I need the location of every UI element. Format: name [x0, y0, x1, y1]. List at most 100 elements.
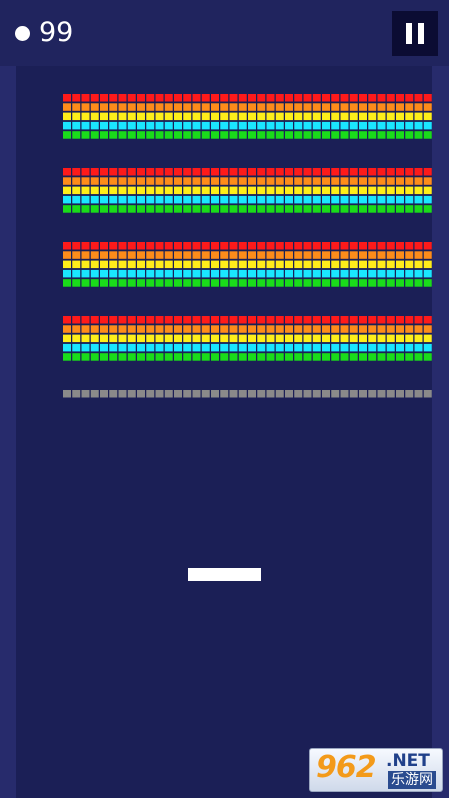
brick	[164, 242, 173, 250]
brick	[340, 325, 349, 333]
brick	[118, 103, 127, 111]
brick	[201, 260, 210, 269]
brick	[100, 121, 108, 130]
brick	[377, 131, 386, 139]
brick	[248, 186, 256, 195]
brick	[211, 195, 219, 204]
brick	[377, 94, 386, 102]
brick	[164, 168, 173, 176]
brick	[359, 168, 367, 176]
brick	[164, 112, 173, 121]
brick	[386, 103, 395, 111]
brick	[238, 168, 247, 176]
brick	[127, 260, 136, 269]
brick	[423, 121, 432, 130]
brick	[100, 334, 108, 343]
brick	[294, 325, 303, 333]
brick	[90, 131, 99, 139]
brick	[183, 251, 192, 259]
brick	[192, 316, 201, 324]
brick	[164, 279, 173, 287]
brick	[414, 131, 423, 139]
brick	[137, 242, 145, 250]
brick	[201, 195, 210, 204]
brick	[146, 131, 155, 139]
brick	[275, 131, 284, 139]
brick	[183, 186, 192, 195]
brick	[322, 353, 330, 361]
brick	[137, 325, 145, 333]
brick	[211, 353, 219, 361]
brick	[220, 343, 229, 352]
brick	[275, 112, 284, 121]
brick	[322, 112, 330, 121]
brick	[72, 131, 81, 139]
brick	[248, 316, 256, 324]
brick	[368, 269, 377, 278]
brick	[294, 205, 303, 213]
brick	[63, 103, 71, 111]
brick	[174, 112, 182, 121]
brick	[377, 260, 386, 269]
brick	[368, 177, 377, 185]
paddle[interactable]	[188, 568, 261, 581]
brick	[275, 121, 284, 130]
brick	[414, 343, 423, 352]
brick	[164, 131, 173, 139]
brick	[349, 112, 358, 121]
brick	[396, 334, 404, 343]
brick	[137, 112, 145, 121]
brick	[155, 343, 164, 352]
brick	[90, 269, 99, 278]
brick	[201, 112, 210, 121]
brick	[211, 260, 219, 269]
brick	[423, 279, 432, 287]
brick	[396, 186, 404, 195]
brick	[201, 103, 210, 111]
brick	[81, 205, 90, 213]
brick	[349, 103, 358, 111]
brick	[109, 242, 118, 250]
brick	[368, 325, 377, 333]
brick	[201, 269, 210, 278]
brick	[248, 177, 256, 185]
brick	[386, 177, 395, 185]
brick	[359, 131, 367, 139]
brick	[257, 168, 266, 176]
brick	[396, 94, 404, 102]
brick	[72, 195, 81, 204]
brick	[201, 279, 210, 287]
brick	[192, 334, 201, 343]
brick	[238, 131, 247, 139]
brick	[340, 177, 349, 185]
brick	[266, 242, 275, 250]
brick	[220, 112, 229, 121]
steel-brick	[63, 390, 71, 398]
brick	[90, 279, 99, 287]
brick	[257, 316, 266, 324]
brick	[174, 195, 182, 204]
brick	[192, 353, 201, 361]
brick	[192, 195, 201, 204]
brick	[423, 205, 432, 213]
brick	[294, 343, 303, 352]
brick	[322, 242, 330, 250]
brick	[164, 251, 173, 259]
brick	[248, 112, 256, 121]
brick	[266, 260, 275, 269]
brick	[109, 168, 118, 176]
brick	[90, 186, 99, 195]
brick	[81, 168, 90, 176]
brick	[322, 168, 330, 176]
brick	[81, 121, 90, 130]
brick	[275, 177, 284, 185]
brick	[100, 325, 108, 333]
brick	[72, 205, 81, 213]
steel-brick	[81, 390, 90, 398]
brick	[118, 186, 127, 195]
brick	[183, 316, 192, 324]
brick	[90, 205, 99, 213]
brick	[266, 195, 275, 204]
brick	[90, 177, 99, 185]
brick	[164, 353, 173, 361]
